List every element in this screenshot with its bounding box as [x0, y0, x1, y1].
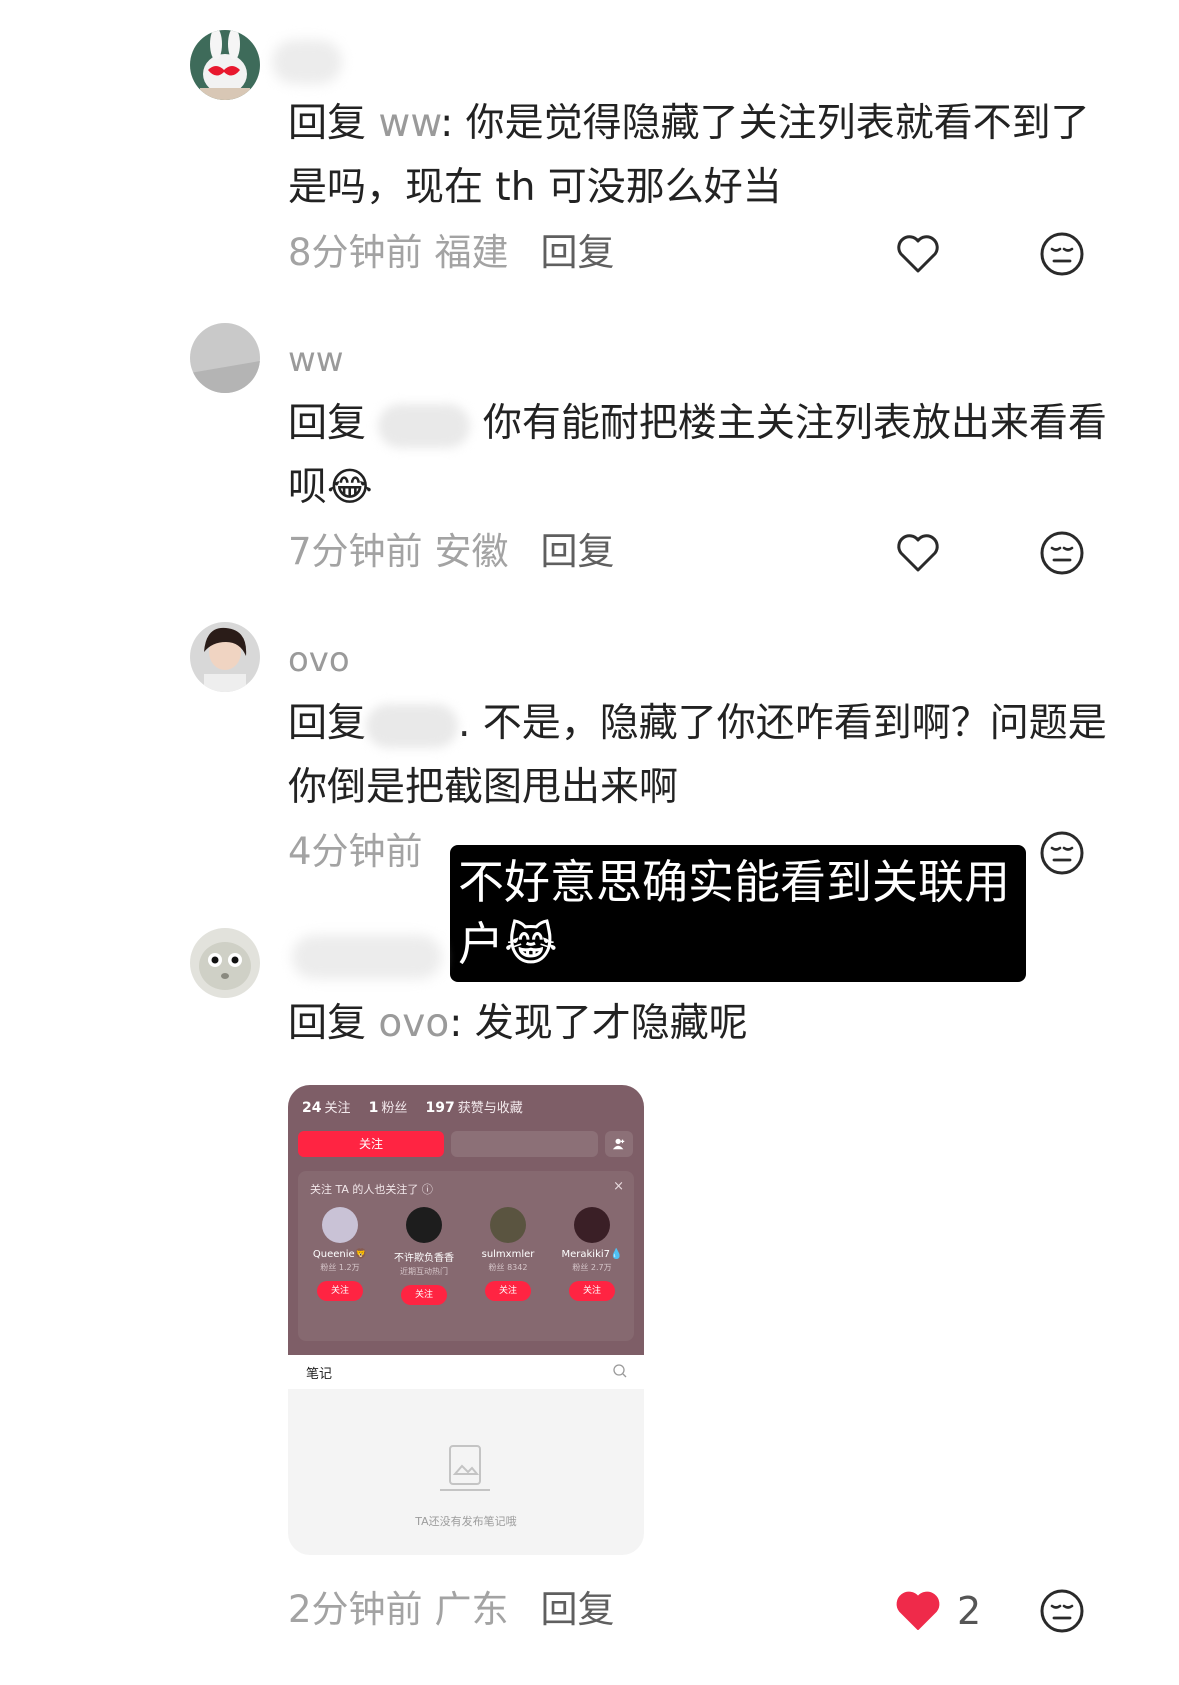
reply-target[interactable]: ww: [378, 101, 440, 146]
message-button: [451, 1131, 598, 1157]
timestamp: 8分钟前: [288, 231, 423, 274]
recommend-user-sub: 粉丝 2.7万: [572, 1263, 612, 1272]
recommend-user: sulmxmler 粉丝 8342 关注: [466, 1207, 550, 1301]
recommend-follow-button: 关注: [569, 1281, 615, 1301]
reply-target[interactable]: ovo: [378, 1001, 449, 1046]
comment-meta: 8分钟前 福建 回复: [288, 228, 615, 278]
notes-label: 笔记: [306, 1367, 333, 1382]
comment-body: 回复 ovo: 发现了才隐藏呢: [288, 1001, 748, 1046]
recommend-user-name: sulmxmler: [481, 1249, 535, 1260]
reply-button[interactable]: 回复: [541, 231, 615, 274]
search-icon: [612, 1363, 628, 1379]
timestamp: 2分钟前: [288, 1588, 423, 1631]
blurred-reply-target: [366, 703, 459, 748]
heart-outline-icon[interactable]: [891, 227, 945, 281]
caption-overlay: 不好意思确实能看到关联用户😹: [450, 845, 1026, 982]
username[interactable]: ovo: [288, 640, 350, 680]
dislike-face-icon[interactable]: [1035, 526, 1089, 580]
attached-screenshot[interactable]: 24 关注 1 粉丝 197 获赞与收藏 关注 关注 TA 的人也关注了 ⓘ × Qu…: [288, 1085, 644, 1555]
recommend-user-sub: 近期互动热门: [400, 1267, 448, 1276]
reply-button[interactable]: 回复: [541, 530, 615, 573]
recommend-box: 关注 TA 的人也关注了 ⓘ × Queenie🦁 粉丝 1.2万 关注 不许欺…: [298, 1171, 634, 1341]
location: 福建: [434, 231, 509, 274]
avatar[interactable]: [190, 323, 260, 393]
blurred-username: [292, 935, 442, 979]
heart-filled-icon[interactable]: [891, 1584, 945, 1638]
profile-header: 24 关注 1 粉丝 197 获赞与收藏 关注 关注 TA 的人也关注了 ⓘ × Qu…: [288, 1085, 644, 1355]
location: 安徽: [434, 530, 509, 573]
avatar[interactable]: [190, 622, 260, 692]
add-person-icon: [605, 1131, 633, 1157]
recommend-user: 不许欺负香香 近期互动热门 关注: [382, 1207, 466, 1305]
recommend-follow-button: 关注: [401, 1285, 447, 1305]
dislike-face-icon[interactable]: [1035, 227, 1089, 281]
dislike-face-icon[interactable]: [1035, 1584, 1089, 1638]
location: 广东: [434, 1588, 509, 1631]
avatar: [406, 1207, 442, 1243]
avatar: [574, 1207, 610, 1243]
recommend-user: Queenie🦁 粉丝 1.2万 关注: [298, 1207, 382, 1301]
close-icon: ×: [613, 1179, 624, 1194]
recommend-user: Merakiki7💧 粉丝 2.7万 关注: [550, 1207, 634, 1301]
username[interactable]: ww: [288, 340, 344, 380]
empty-notes-text: TA还没有发布笔记哦: [415, 1515, 517, 1528]
timestamp: 4分钟前: [288, 830, 423, 873]
empty-notes-icon: [438, 1440, 492, 1494]
comment-body: 回复 ww: 你是觉得隐藏了关注列表就看不到了是吗，现在 th 可没那么好当: [288, 101, 1090, 210]
avatar: [322, 1207, 358, 1243]
avatar: [490, 1207, 526, 1243]
comment-body: 回复 你有能耐把楼主关注列表放出来看看呗😂: [288, 401, 1107, 510]
notes-tab-bar: 笔记: [288, 1355, 644, 1389]
blurred-reply-target: [378, 403, 471, 448]
avatar[interactable]: [190, 928, 260, 998]
comment-meta: 4分钟前: [288, 827, 423, 877]
recommend-title: 关注 TA 的人也关注了 ⓘ: [310, 1183, 433, 1196]
laugh-cry-emoji: 😂: [327, 465, 373, 510]
heart-outline-icon[interactable]: [891, 526, 945, 580]
blurred-username: [272, 40, 342, 84]
like-count: 2: [957, 1589, 982, 1633]
avatar[interactable]: [190, 30, 260, 100]
recommend-user-sub: 粉丝 8342: [488, 1263, 528, 1272]
recommend-follow-button: 关注: [485, 1281, 531, 1301]
comment-meta: 7分钟前 安徽 回复: [288, 527, 615, 577]
recommend-user-name: 不许欺负香香: [394, 1253, 454, 1264]
recommend-user-name: Queenie🦁: [312, 1249, 368, 1260]
comment-meta: 2分钟前 广东 回复: [288, 1585, 615, 1635]
dislike-face-icon[interactable]: [1035, 826, 1089, 880]
recommend-user-name: Merakiki7💧: [561, 1249, 623, 1260]
comment-body: 回复. 不是，隐藏了你还咋看到啊？问题是你倒是把截图甩出来啊: [288, 701, 1107, 810]
profile-stats: 24 关注 1 粉丝 197 获赞与收藏: [302, 1100, 523, 1116]
timestamp: 7分钟前: [288, 530, 423, 573]
reply-button[interactable]: 回复: [541, 1588, 615, 1631]
recommend-follow-button: 关注: [317, 1281, 363, 1301]
follow-button: 关注: [298, 1131, 444, 1157]
recommend-user-sub: 粉丝 1.2万: [320, 1263, 360, 1272]
